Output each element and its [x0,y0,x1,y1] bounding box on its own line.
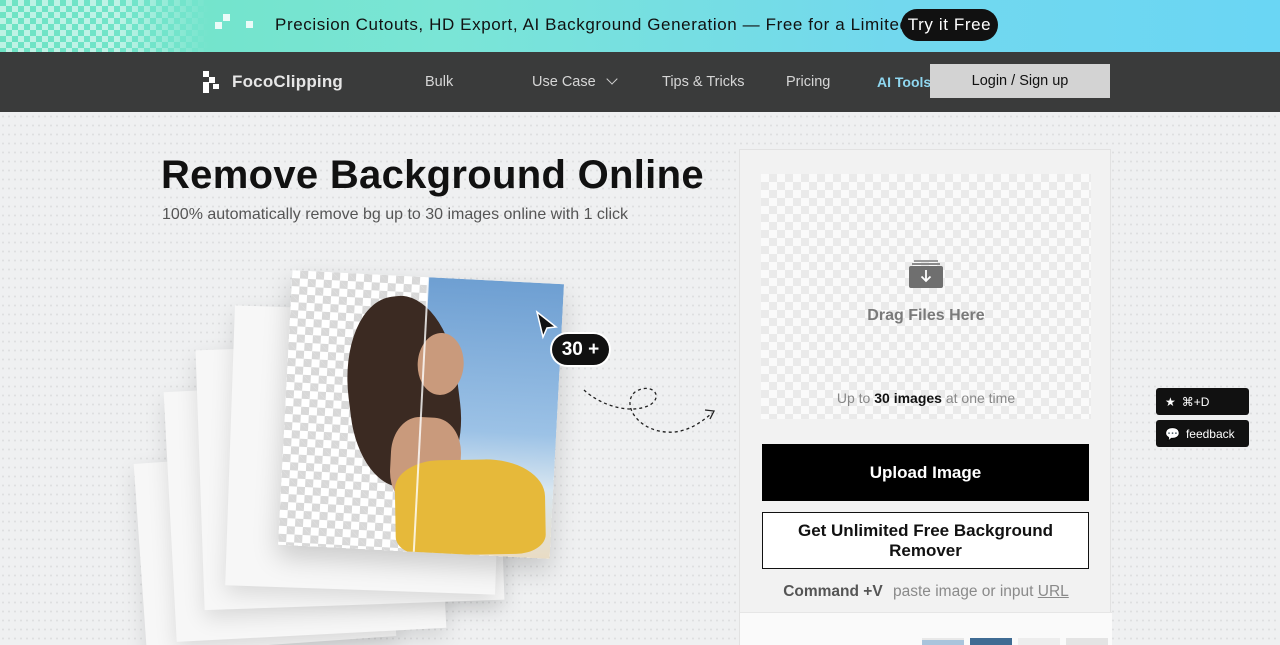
paste-hint: Command +V paste image or input URL [740,583,1112,601]
promo-banner: Precision Cutouts, HD Export, AI Backgro… [0,0,1280,52]
promo-text: Precision Cutouts, HD Export, AI Backgro… [275,15,955,34]
logo[interactable]: FocoClipping [203,71,343,93]
logo-mark-icon [203,71,221,93]
bookmark-shortcut-button[interactable]: ★ ⌘+D [1156,388,1249,415]
sample-photo [277,270,565,559]
note-suffix: at one time [945,390,1016,406]
upload-limit-note: Up to 30 images at one time [761,390,1091,406]
nav-use-case-label: Use Case [532,74,596,90]
feedback-label: feedback [1185,426,1235,441]
hero-illustration: 30 + [120,255,740,645]
url-link[interactable]: URL [1038,583,1069,600]
feedback-button[interactable]: 💬 feedback [1156,420,1249,447]
upload-panel: Drag Files Here Up to 30 images at one t… [739,149,1112,645]
chevron-down-icon [606,73,618,85]
count-badge: 30 + [552,334,609,365]
promo-decoration [223,14,230,21]
chat-bubble-icon: 💬 [1165,426,1180,441]
nav-tips-tricks[interactable]: Tips & Tricks [662,74,744,90]
page-subtitle: 100% automatically remove bg up to 30 im… [162,206,629,223]
top-nav: FocoClipping Bulk Use Case Tips & Tricks… [0,52,1280,112]
promo-pattern [0,0,210,52]
cursor-arrow-icon [535,310,558,340]
sample-thumbnail[interactable] [922,638,964,645]
sample-thumbnail[interactable] [970,638,1012,645]
login-signup-button[interactable]: Login / Sign up [930,64,1110,98]
drop-zone[interactable]: Drag Files Here Up to 30 images at one t… [761,174,1091,419]
paste-shortcut: Command +V [783,583,883,600]
drag-files-label: Drag Files Here [867,307,985,324]
dashed-arrow-decoration [583,387,715,433]
upload-image-button[interactable]: Upload Image [762,444,1089,501]
sample-thumbnail[interactable] [1066,638,1108,645]
promo-decoration [215,22,222,29]
shortcut-label: ⌘+D [1181,394,1210,409]
nav-use-case[interactable]: Use Case [532,73,618,90]
try-free-button[interactable]: Try it Free [901,9,998,41]
page-title: Remove Background Online [161,153,704,197]
sample-thumbnail[interactable] [1018,638,1060,645]
paste-text: paste image or input [893,583,1034,600]
note-prefix: Up to [836,390,871,406]
sample-images-row [740,612,1112,645]
nav-ai-tools[interactable]: AI Tools [877,74,931,90]
unlimited-remover-button[interactable]: Get Unlimited Free Background Remover [762,512,1089,569]
promo-decoration [246,21,253,28]
star-icon: ★ [1165,394,1176,409]
note-count: 30 images [874,390,942,406]
nav-bulk[interactable]: Bulk [425,74,453,90]
download-tray-icon [909,260,943,288]
nav-pricing[interactable]: Pricing [786,74,830,90]
logo-text: FocoClipping [232,72,343,91]
